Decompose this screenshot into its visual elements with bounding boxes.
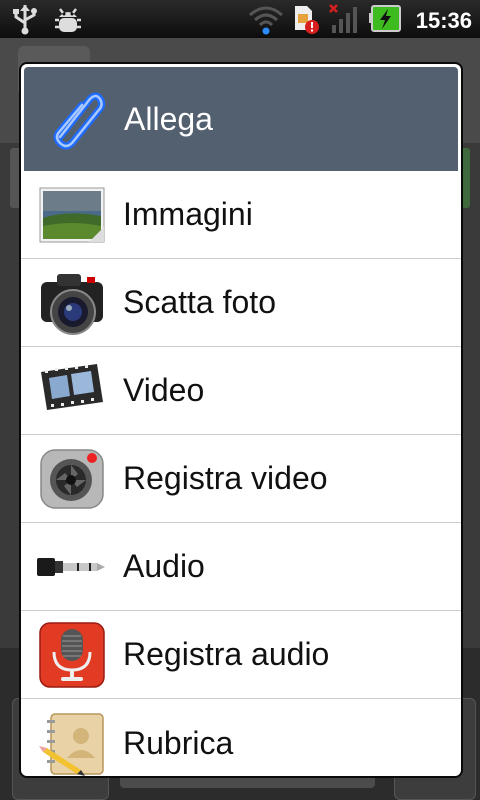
- dialog-title: Allega: [124, 100, 213, 137]
- option-label: Immagini: [123, 196, 253, 232]
- microphone-icon: [37, 620, 107, 690]
- option-contacts[interactable]: Rubrica: [21, 699, 461, 776]
- attachment-options-list: Immagini Scatta foto Video Registra vide…: [21, 171, 461, 776]
- paperclip-icon: [42, 85, 110, 153]
- audio-jack-icon: [37, 532, 107, 602]
- option-label: Scatta foto: [123, 284, 276, 320]
- option-record-video[interactable]: Registra video: [21, 435, 461, 523]
- option-images[interactable]: Immagini: [21, 171, 461, 259]
- dialog-header: Allega: [24, 67, 458, 171]
- wifi-icon: [248, 3, 284, 39]
- contacts-notebook-icon: [37, 708, 107, 776]
- attach-dialog: Allega Immagini Scatta foto Video Regist…: [21, 64, 461, 776]
- option-label: Rubrica: [123, 724, 234, 761]
- option-audio[interactable]: Audio: [21, 523, 461, 611]
- film-strip-icon: [37, 356, 107, 426]
- camera-icon: [37, 268, 107, 338]
- image-gallery-icon: [37, 180, 107, 250]
- video-camera-record-icon: [37, 444, 107, 514]
- sim-alert-icon: [292, 3, 320, 39]
- option-label: Video: [123, 372, 205, 408]
- battery-charging-icon: [368, 3, 402, 39]
- option-record-audio[interactable]: Registra audio: [21, 611, 461, 699]
- option-take-photo[interactable]: Scatta foto: [21, 259, 461, 347]
- clock-time: 15:36: [415, 8, 472, 33]
- option-label: Registra audio: [123, 636, 330, 672]
- status-bar: 15:36: [0, 0, 480, 38]
- debug-bug-icon: [52, 3, 84, 39]
- no-signal-icon: [328, 3, 360, 39]
- option-video[interactable]: Video: [21, 347, 461, 435]
- option-label: Audio: [123, 548, 205, 584]
- option-label: Registra video: [123, 460, 328, 496]
- usb-icon: [10, 3, 40, 39]
